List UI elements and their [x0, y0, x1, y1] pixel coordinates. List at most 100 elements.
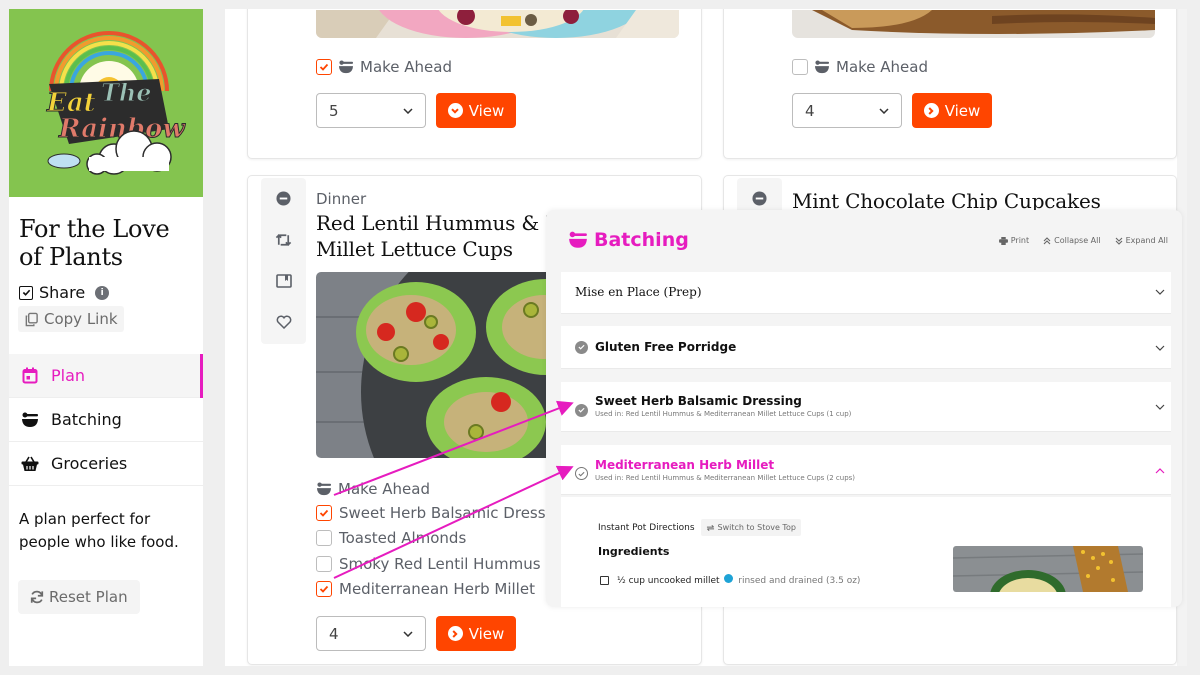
servings-value: 4: [329, 624, 339, 643]
ingredient-checkbox[interactable]: [600, 575, 609, 585]
make-ahead-item-checkbox[interactable]: [316, 530, 332, 547]
info-icon[interactable]: [724, 574, 734, 583]
batch-section-mise-en-place[interactable]: Mise en Place (Prep): [561, 272, 1171, 314]
share-toggle[interactable]: Share i: [19, 283, 193, 302]
make-ahead-label: Make Ahead: [836, 58, 928, 76]
servings-select[interactable]: 5: [316, 93, 426, 128]
favorite-recipe-button[interactable]: [261, 301, 306, 342]
make-ahead-toggle[interactable]: Make Ahead: [316, 58, 452, 76]
sidebar-item-plan[interactable]: Plan: [9, 354, 203, 398]
section-title: Gluten Free Porridge: [595, 340, 737, 354]
section-title: Mediterranean Herb Millet: [595, 458, 775, 472]
reset-plan-label: Reset Plan: [49, 588, 128, 606]
make-ahead-toggle[interactable]: Make Ahead: [792, 58, 928, 76]
make-ahead-item[interactable]: Sweet Herb Balsamic Dressing: [316, 500, 569, 526]
servings-select[interactable]: 4: [316, 616, 426, 651]
view-recipe-button[interactable]: View: [436, 616, 516, 651]
make-ahead-item[interactable]: Smoky Red Lentil Hummus: [316, 551, 569, 577]
recipe-card: Make Ahead 5 View: [247, 9, 702, 159]
bowl-icon: [569, 231, 587, 248]
plan-title: For the Love of Plants: [19, 215, 170, 271]
minus-circle-icon: [276, 191, 291, 206]
make-ahead-item-checkbox[interactable]: [316, 504, 332, 521]
expand-all-button[interactable]: Expand All: [1115, 236, 1168, 245]
section-title: Sweet Herb Balsamic Dressing: [595, 394, 802, 408]
calendar-icon: [21, 367, 39, 385]
check-circle-icon[interactable]: [575, 340, 588, 354]
chevron-down-icon[interactable]: [1155, 289, 1165, 295]
bowl-icon: [814, 60, 830, 74]
recipe-image[interactable]: [792, 10, 1155, 38]
chevrons-down-icon: [1115, 237, 1122, 245]
make-ahead-item-label: Smoky Red Lentil Hummus: [339, 554, 541, 573]
minus-circle-icon: [752, 190, 767, 206]
bowl-icon: [338, 60, 354, 74]
collapse-all-button[interactable]: Collapse All: [1043, 236, 1101, 245]
batching-toolbar: Print Collapse All Expand All: [998, 236, 1168, 245]
recipe-image: [953, 546, 1143, 592]
make-ahead-label: Make Ahead: [360, 58, 452, 76]
check-icon: [22, 289, 30, 296]
copy-link-label: Copy Link: [44, 310, 118, 328]
directions-mode: Instant Pot Directions Switch to Stove T…: [598, 519, 801, 536]
recipe-image[interactable]: [316, 10, 679, 38]
chevrons-up-icon: [1043, 236, 1051, 244]
view-label: View: [944, 101, 981, 120]
bowl-icon: [21, 411, 39, 429]
sidebar-item-groceries[interactable]: Groceries: [9, 442, 203, 486]
make-ahead-label: Make Ahead: [338, 480, 430, 498]
bookmark-recipe-button[interactable]: [261, 260, 306, 301]
chevron-down-icon[interactable]: [1155, 345, 1165, 351]
sidebar-nav: Plan Batching Groceries: [9, 354, 203, 486]
check-icon: [319, 63, 329, 71]
batch-section[interactable]: Gluten Free Porridge: [561, 326, 1171, 369]
heart-icon: [276, 315, 291, 329]
section-subtitle: Used in: Red Lentil Hummus & Mediterrane…: [595, 474, 856, 482]
servings-select[interactable]: 4: [792, 93, 902, 128]
make-ahead-item-checkbox[interactable]: [316, 555, 332, 572]
reset-plan-button[interactable]: Reset Plan: [18, 580, 140, 614]
batch-section-expanded[interactable]: Mediterranean Herb Millet Used in: Red L…: [561, 445, 1171, 495]
collapse-all-label: Collapse All: [1054, 236, 1101, 245]
make-ahead-checkbox[interactable]: [792, 59, 808, 75]
ingredient-note: rinsed and drained (3.5 oz): [738, 576, 861, 586]
bowl-icon: [316, 482, 332, 496]
info-icon[interactable]: i: [95, 285, 110, 300]
swap-recipe-button[interactable]: [261, 219, 306, 260]
ingredient-item[interactable]: ½ cup uncooked millet rinsed and drained…: [600, 574, 860, 586]
check-circle-outline-icon[interactable]: [575, 467, 588, 480]
make-ahead-item[interactable]: Mediterranean Herb Millet: [316, 577, 569, 603]
batching-panel: Batching Print Collapse All Expand All M…: [546, 210, 1182, 607]
make-ahead-checkbox[interactable]: [316, 59, 332, 75]
batching-title-text: Batching: [594, 229, 689, 251]
chevron-up-icon[interactable]: [1155, 468, 1165, 474]
view-label: View: [468, 624, 505, 643]
sidebar: Eat The Rainbow For the Love of Plants S…: [9, 9, 203, 666]
svg-text:The: The: [101, 78, 152, 107]
recipe-card: Make Ahead 4 View: [723, 9, 1177, 159]
swap-icon: [706, 524, 714, 531]
view-recipe-button[interactable]: View: [436, 93, 516, 128]
share-checkbox[interactable]: [19, 285, 33, 300]
share-label: Share: [39, 283, 86, 302]
refresh-icon: [30, 590, 44, 604]
sidebar-item-label: Batching: [51, 410, 122, 429]
batch-section[interactable]: Sweet Herb Balsamic Dressing Used in: Re…: [561, 382, 1171, 432]
expand-all-label: Expand All: [1125, 236, 1168, 245]
make-ahead-list: Sweet Herb Balsamic Dressing Toasted Alm…: [316, 500, 569, 602]
chevron-down-icon[interactable]: [1155, 404, 1165, 410]
check-circle-icon[interactable]: [575, 403, 588, 417]
copy-link-button[interactable]: Copy Link: [18, 306, 124, 332]
make-ahead-item[interactable]: Toasted Almonds: [316, 526, 569, 552]
sidebar-item-batching[interactable]: Batching: [9, 398, 203, 442]
make-ahead-item-checkbox[interactable]: [316, 581, 332, 598]
section-title: Mise en Place (Prep): [575, 285, 702, 299]
swap-icon: [275, 233, 292, 246]
view-recipe-button[interactable]: View: [912, 93, 992, 128]
book-bookmark-icon: [275, 273, 292, 288]
switch-stove-top-button[interactable]: Switch to Stove Top: [700, 519, 801, 536]
print-button[interactable]: Print: [998, 236, 1029, 245]
chevron-down-icon: [403, 107, 413, 114]
eat-the-rainbow-logo: Eat The Rainbow: [39, 31, 187, 175]
remove-recipe-button[interactable]: [261, 178, 306, 219]
